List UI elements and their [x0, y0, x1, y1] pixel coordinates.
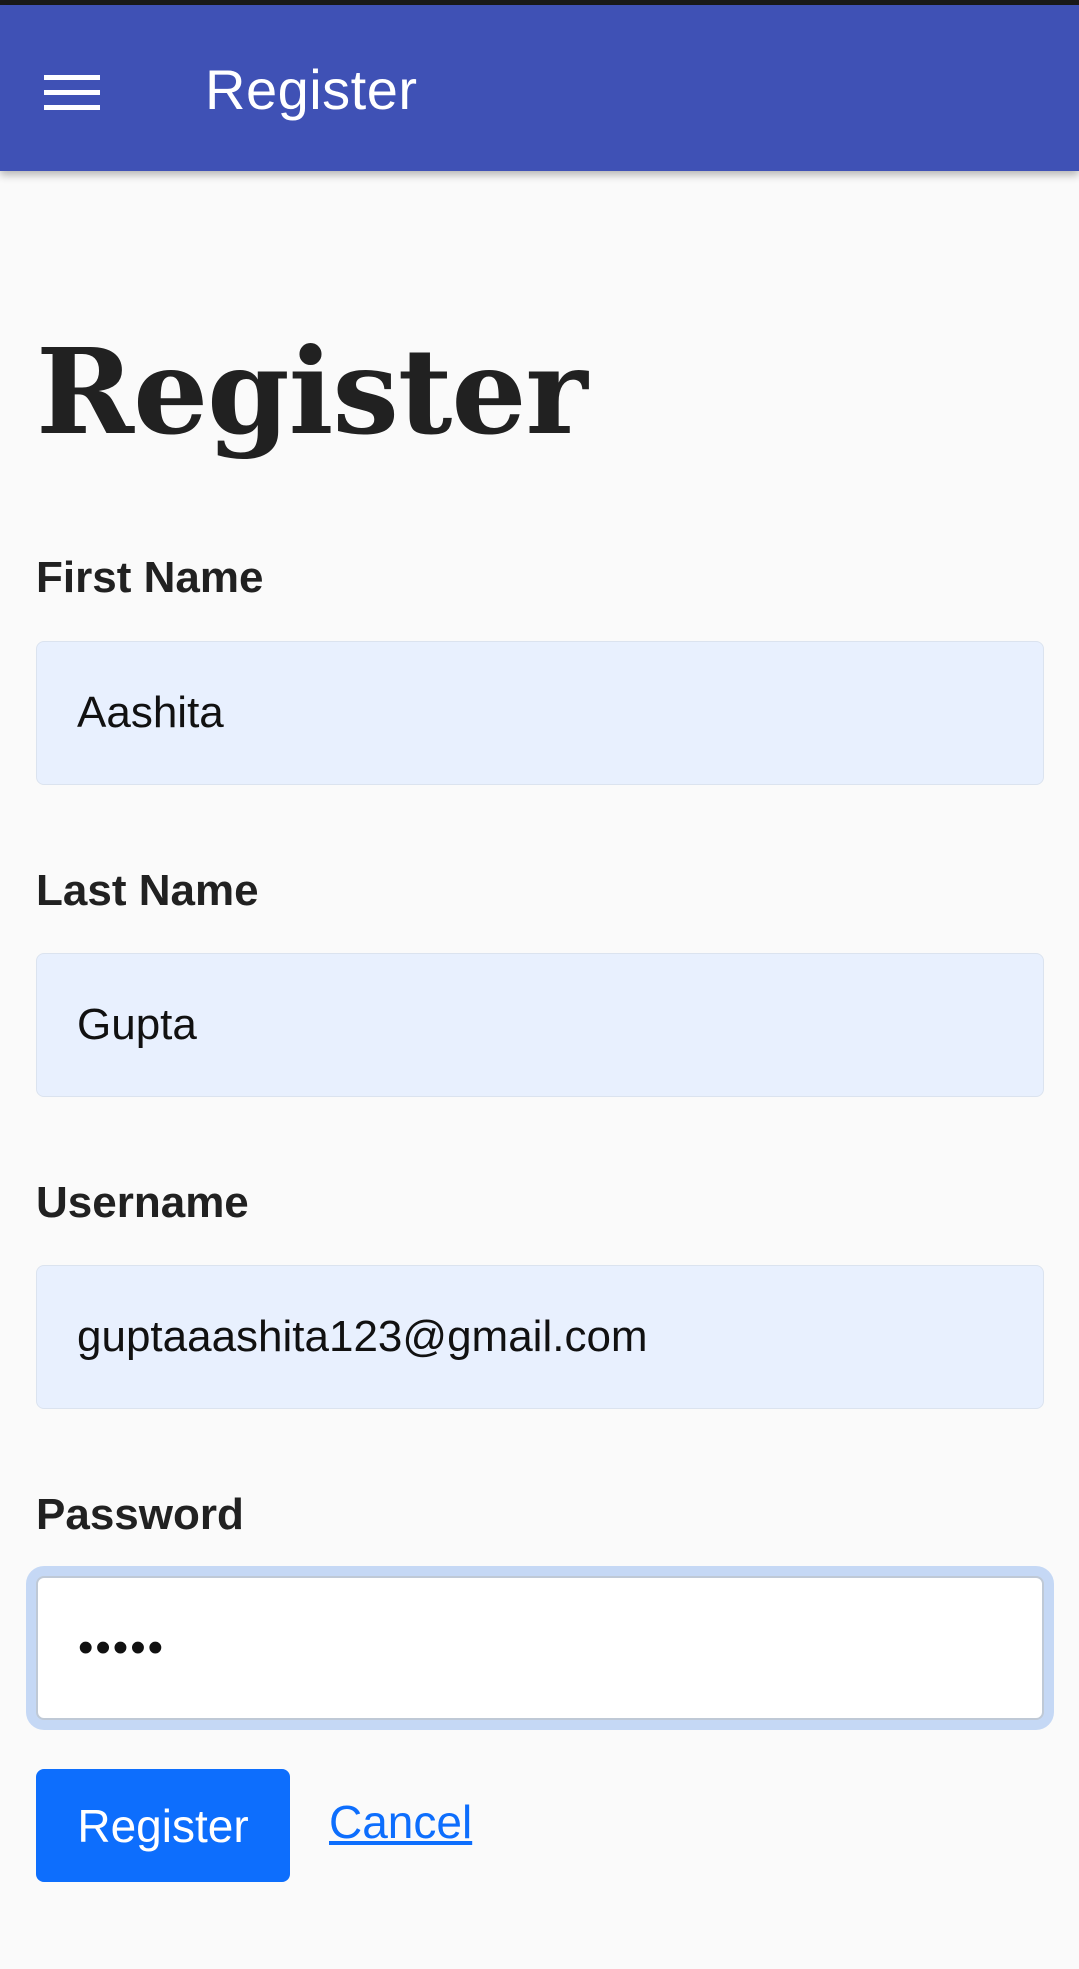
password-label: Password	[36, 1490, 244, 1539]
password-input[interactable]	[36, 1576, 1044, 1720]
menu-button[interactable]	[44, 63, 124, 123]
username-input[interactable]	[36, 1265, 1044, 1409]
last-name-input[interactable]	[36, 953, 1044, 1097]
cancel-link[interactable]: Cancel	[329, 1795, 472, 1849]
last-name-label: Last Name	[36, 866, 259, 915]
app-bar: Register	[0, 5, 1079, 171]
hamburger-menu-icon	[44, 75, 100, 110]
first-name-input[interactable]	[36, 641, 1044, 785]
app-bar-title: Register	[205, 58, 418, 121]
first-name-label: First Name	[36, 553, 264, 602]
register-button[interactable]: Register	[36, 1769, 290, 1882]
username-label: Username	[36, 1178, 249, 1227]
page-title: Register	[36, 322, 588, 461]
